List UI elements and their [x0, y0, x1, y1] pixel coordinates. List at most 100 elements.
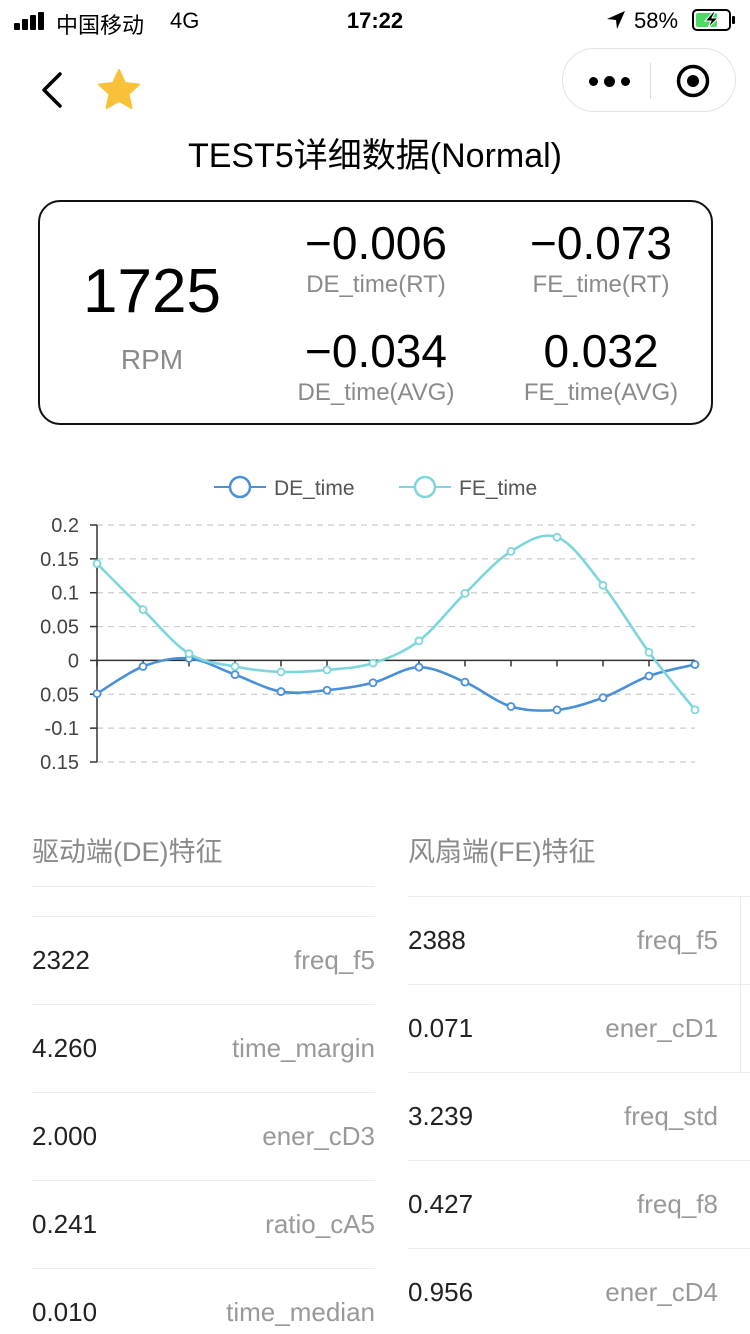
data-point	[644, 647, 654, 657]
feature-value: 0.956	[408, 1277, 474, 1307]
feature-key: time_median	[226, 1297, 375, 1327]
battery-percent: 58%	[634, 8, 679, 33]
y-tick-label: 0.05	[40, 684, 79, 706]
mini-program-capsule	[562, 48, 736, 112]
chart-svg: DE_time FE_time 0.2 0.15 0.1 0.05 0 0.05 -0.1 0.1…	[40, 475, 700, 774]
feature-value: 0.071	[408, 1013, 474, 1043]
feature-value: 0.010	[32, 1297, 98, 1327]
feature-value: 3.239	[408, 1101, 474, 1131]
data-point	[230, 662, 240, 671]
series-line-DE_time	[96, 656, 696, 712]
feature-value: 2388	[408, 925, 466, 955]
data-point	[138, 662, 148, 671]
metric-value: −0.034	[305, 325, 447, 377]
list-item[interactable]: 0.071 ener_cD1	[408, 984, 750, 1072]
time-series-chart: DE_time FE_time 0.2 0.15 0.1 0.05 0 0.05 -0.1 0.1…	[0, 460, 750, 790]
data-point	[276, 687, 286, 696]
metric-value: −0.073	[530, 217, 672, 269]
data-point	[506, 547, 516, 556]
list-item[interactable]: 2.000 ener_cD3	[32, 1092, 375, 1180]
list-item[interactable]: 0.956 ener_cD4	[408, 1248, 750, 1334]
legend-label: DE_time	[274, 477, 355, 500]
feature-value: 2322	[32, 945, 90, 975]
metric-label: DE_time(RT)	[306, 271, 446, 298]
data-point	[414, 636, 424, 646]
data-point	[414, 662, 424, 672]
list-item[interactable]: 4.260 time_margin	[32, 1004, 375, 1092]
y-tick-label: 0.1	[51, 583, 79, 605]
data-point	[598, 693, 608, 703]
feature-value: 0.241	[32, 1209, 98, 1239]
feature-key: ener_cD4	[605, 1277, 718, 1307]
metric-label: FE_time(RT)	[532, 271, 670, 298]
metric-fe-avg: 0.032 FE_time(AVG)	[489, 324, 713, 408]
battery-charging-icon	[692, 9, 735, 31]
summary-card: 1725 RPM −0.006 DE_time(RT) −0.073 FE_ti…	[38, 200, 713, 425]
legend-marker	[228, 475, 252, 499]
de-features-list[interactable]: 2322 freq_f5 4.260 time_margin 2.000 ene…	[32, 886, 375, 1334]
y-tick-label: 0.2	[51, 515, 79, 537]
data-point	[322, 665, 332, 675]
page-title: TEST5详细数据(Normal)	[187, 137, 563, 175]
metric-fe-rt: −0.073 FE_time(RT)	[489, 216, 713, 300]
list-item[interactable]: 0.427 freq_f8	[408, 1160, 750, 1248]
feature-value: 4.260	[32, 1033, 98, 1063]
feature-key: ener_cD1	[605, 1013, 718, 1043]
feature-key: freq_std	[624, 1101, 718, 1131]
data-point	[368, 678, 378, 688]
feature-key: ratio_cA5	[265, 1209, 375, 1239]
data-point	[276, 667, 286, 677]
favorite-star-icon[interactable]	[96, 68, 142, 112]
data-point	[644, 671, 654, 681]
list-item[interactable]: 2388 freq_f5	[408, 896, 750, 984]
rpm-value: 1725	[83, 257, 221, 326]
close-target-icon[interactable]	[675, 63, 711, 99]
status-bar: 中国移动 4G 17:22 58%	[0, 0, 750, 40]
data-point	[690, 660, 700, 669]
list-item[interactable]: 0.010 time_median	[32, 1268, 375, 1334]
data-point	[322, 685, 332, 695]
metric-value: −0.006	[305, 217, 447, 269]
list-item[interactable]: 2322 freq_f5	[32, 916, 375, 1004]
data-point	[230, 670, 240, 680]
feature-key: freq_f5	[637, 925, 718, 955]
legend-label: FE_time	[459, 477, 537, 500]
data-point	[92, 559, 102, 568]
data-point	[368, 658, 378, 668]
data-point	[690, 705, 700, 715]
legend-marker	[413, 475, 437, 499]
metric-label: DE_time(AVG)	[297, 379, 455, 406]
metric-de-avg: −0.034 DE_time(AVG)	[264, 324, 488, 408]
fe-features-list[interactable]: 2388 freq_f5 0.071 ener_cD1 3.239 freq_s…	[408, 896, 750, 1334]
data-point	[92, 689, 102, 699]
data-point	[460, 588, 470, 598]
series-line-FE_time	[96, 534, 697, 711]
y-tick-label: 0.15	[40, 752, 79, 774]
scroll-divider	[740, 896, 741, 1072]
fe-features-title: 风扇端(FE)特征	[408, 837, 596, 867]
y-tick-label: -0.1	[45, 718, 79, 740]
back-icon[interactable]	[38, 70, 68, 110]
feature-value: 2.000	[32, 1121, 98, 1151]
data-point	[184, 649, 194, 659]
metric-label: FE_time(AVG)	[523, 379, 679, 406]
metric-value: 0.032	[543, 325, 659, 377]
location-icon	[607, 11, 625, 29]
y-tick-label: 0.05	[40, 617, 79, 639]
more-menu-icon[interactable]	[587, 67, 633, 95]
list-row-partial	[32, 886, 375, 916]
list-item[interactable]: 3.239 freq_std	[408, 1072, 750, 1160]
data-point	[552, 532, 562, 542]
rpm-label: RPM	[120, 344, 184, 375]
feature-key: ener_cD3	[262, 1121, 375, 1151]
list-item[interactable]: 0.241 ratio_cA5	[32, 1180, 375, 1268]
y-tick-label: 0	[68, 650, 79, 672]
de-features-title: 驱动端(DE)特征	[32, 837, 223, 867]
metric-de-rt: −0.006 DE_time(RT)	[264, 216, 488, 300]
data-point	[598, 580, 608, 590]
feature-key: freq_f5	[294, 945, 375, 975]
y-tick-label: 0.15	[40, 549, 79, 571]
data-point	[460, 677, 470, 687]
data-point	[138, 605, 148, 615]
capsule-divider	[650, 63, 651, 99]
